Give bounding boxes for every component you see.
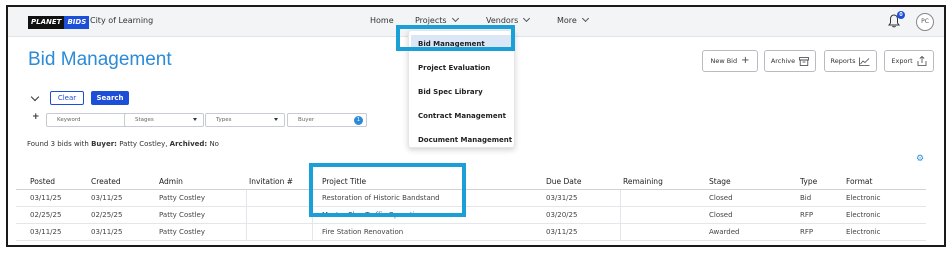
column-header-created[interactable]: Created (91, 177, 121, 186)
cell-due-date: 03/31/25 (546, 194, 578, 202)
stages-select[interactable]: Stages (124, 113, 204, 127)
cell-stage: Awarded (709, 228, 740, 236)
column-header-admin[interactable]: Admin (159, 177, 183, 186)
page-title: Bid Management (28, 49, 172, 70)
cell-created: 03/11/25 (91, 194, 123, 202)
cell-due-date: 03/11/25 (546, 228, 578, 236)
nav-vendors-label: Vendors (486, 16, 519, 25)
nav-vendors[interactable]: Vendors (486, 14, 531, 25)
archived-filter-value: No (209, 140, 219, 148)
chevron-down-icon (523, 14, 531, 23)
cell-type: RFP (800, 228, 814, 236)
new-bid-label: New Bid (710, 57, 738, 65)
column-header-type[interactable]: Type (800, 177, 817, 186)
column-header-posted[interactable]: Posted (30, 177, 55, 186)
buyer-filter-value: Patty Costley, (119, 140, 168, 148)
cell-posted: 02/25/25 (30, 211, 62, 219)
cell-admin: Patty Costley (159, 211, 206, 219)
cell-created: 02/25/25 (91, 211, 123, 219)
export-upload-icon (917, 56, 927, 66)
caret-down-icon (193, 118, 197, 121)
cell-stage: Closed (709, 211, 733, 219)
highlight-box-bid-management (396, 25, 515, 51)
highlight-box-project-title (309, 163, 466, 217)
export-label: Export (891, 57, 913, 65)
cell-format: Electronic (846, 211, 881, 219)
cell-admin: Patty Costley (159, 194, 206, 202)
archive-label: Archive (770, 57, 796, 65)
column-header-invitation[interactable]: Invitation # (249, 177, 293, 186)
chevron-down-icon (581, 14, 589, 23)
column-header-due-date[interactable]: Due Date (546, 177, 581, 186)
collapse-filters-chevron-icon[interactable] (30, 92, 40, 102)
cell-project-title[interactable]: Fire Station Renovation (322, 228, 403, 236)
cell-stage: Closed (709, 194, 733, 202)
planetbids-logo[interactable]: PLANET BIDS (28, 16, 90, 29)
keyword-placeholder: Keyword (57, 117, 81, 123)
column-divider (620, 190, 621, 241)
cell-type: Bid (800, 194, 812, 202)
table-header: Posted Created Admin Invitation # Projec… (16, 172, 926, 190)
table-row[interactable]: 02/25/25 02/25/25 Patty Costley Master P… (16, 207, 926, 224)
nav-projects-label: Projects (415, 16, 447, 25)
keyword-input[interactable]: Keyword (46, 113, 128, 127)
cell-created: 03/11/25 (91, 228, 123, 236)
results-prefix: Found 3 bids with (27, 140, 89, 148)
reports-button[interactable]: Reports (824, 50, 877, 72)
results-summary: Found 3 bids with Buyer: Patty Costley, … (27, 140, 219, 148)
table-row[interactable]: 03/11/25 03/11/25 Patty Costley Fire Sta… (16, 224, 926, 241)
column-header-format[interactable]: Format (846, 177, 872, 186)
plus-icon: + (741, 55, 750, 66)
nav-home-label: Home (370, 16, 394, 25)
avatar[interactable]: PC (916, 13, 934, 31)
menu-item-project-evaluation[interactable]: Project Evaluation (418, 64, 490, 72)
nav-projects[interactable]: Projects (415, 14, 459, 25)
cell-type: RFP (800, 211, 814, 219)
logo-text-bids: BIDS (64, 16, 90, 29)
add-filter-plus-icon[interactable]: + (32, 112, 40, 122)
types-placeholder: Types (216, 117, 232, 123)
buyer-filter-label: Buyer: (91, 140, 117, 148)
search-button[interactable]: Search (91, 91, 129, 105)
nav-home[interactable]: Home (370, 16, 394, 25)
table-row[interactable]: 03/11/25 03/11/25 Patty Costley Restorat… (16, 190, 926, 207)
column-divider (246, 190, 247, 241)
reports-label: Reports (830, 57, 856, 65)
types-select[interactable]: Types (205, 113, 285, 127)
nav-more-label: More (557, 16, 577, 25)
buyer-select[interactable]: Buyer 1 (287, 113, 367, 127)
gear-icon[interactable]: ⚙ (916, 154, 924, 164)
notification-badge: 0 (897, 11, 905, 19)
buyer-placeholder: Buyer (298, 117, 315, 123)
menu-item-contract-management[interactable]: Contract Management (418, 112, 506, 120)
archive-button[interactable]: Archive (764, 50, 816, 72)
org-name: City of Learning (90, 16, 154, 25)
cell-due-date: 03/20/25 (546, 211, 578, 219)
cell-posted: 03/11/25 (30, 194, 62, 202)
column-header-stage[interactable]: Stage (709, 177, 731, 186)
archive-box-icon (799, 56, 810, 66)
chevron-down-icon (451, 14, 459, 23)
cell-posted: 03/11/25 (30, 228, 62, 236)
export-button[interactable]: Export (884, 50, 934, 72)
caret-down-icon (274, 118, 278, 121)
cell-format: Electronic (846, 194, 881, 202)
cell-format: Electronic (846, 228, 881, 236)
line-chart-icon (859, 57, 870, 66)
app-window: PLANET BIDS City of Learning Home Projec… (6, 5, 946, 247)
menu-item-document-management[interactable]: Document Management (418, 136, 512, 144)
logo-text-planet: PLANET (28, 16, 65, 29)
new-bid-button[interactable]: New Bid + (702, 50, 758, 72)
stages-placeholder: Stages (135, 117, 154, 123)
column-header-remaining[interactable]: Remaining (623, 177, 663, 186)
nav-more[interactable]: More (557, 14, 589, 25)
archived-filter-label: Archived: (169, 140, 208, 148)
cell-admin: Patty Costley (159, 228, 206, 236)
clear-button[interactable]: Clear (50, 91, 84, 105)
menu-item-bid-spec-library[interactable]: Bid Spec Library (418, 88, 483, 96)
buyer-count-badge: 1 (354, 116, 363, 125)
